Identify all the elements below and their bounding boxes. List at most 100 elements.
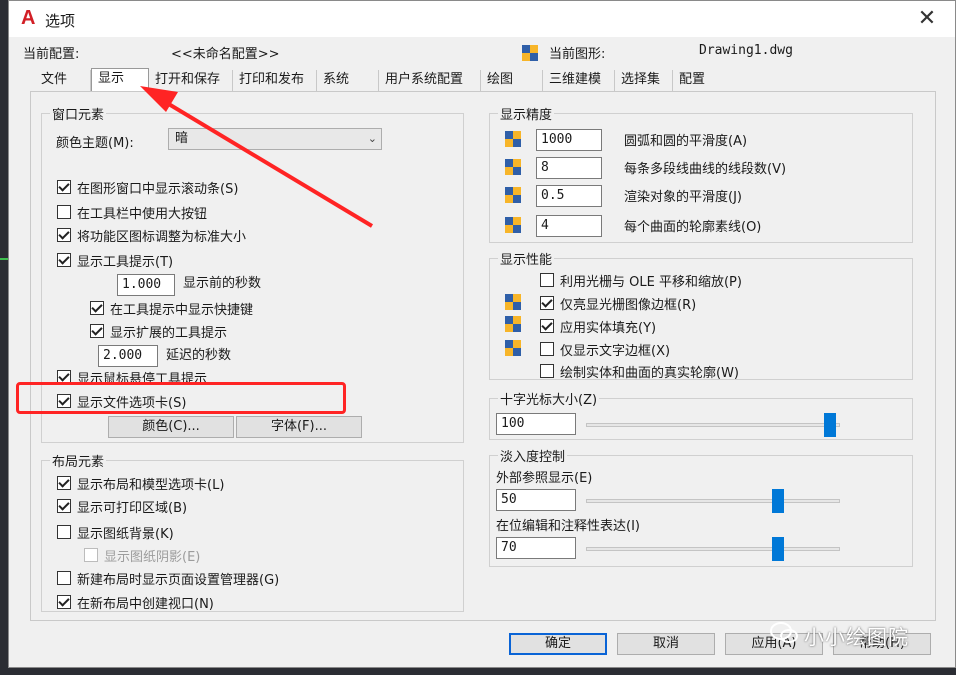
current-drawing-value: Drawing1.dwg: [699, 43, 793, 58]
cancel-button[interactable]: 取消: [617, 633, 715, 655]
extended-tooltips-checkbox[interactable]: [90, 324, 104, 338]
ok-button[interactable]: 确定: [509, 633, 607, 655]
raster-frame-label: 仅亮显光栅图像边框(R): [560, 298, 697, 313]
ribbon-icons-checkbox[interactable]: [57, 228, 71, 242]
render-smoothness-label: 渲染对象的平滑度(J): [624, 190, 742, 205]
current-drawing-label: 当前图形:: [549, 47, 606, 62]
layout-elements-group: 布局元素 显示布局和模型选项卡(L) 显示可打印区域(B) 显示图纸背景(K) …: [41, 451, 464, 612]
tab-user-preferences[interactable]: 用户系统配置: [379, 70, 481, 92]
solid-fill-checkbox[interactable]: [540, 319, 554, 333]
large-buttons-label: 在工具栏中使用大按钮: [77, 207, 208, 222]
create-viewport-label: 在新布局中创建视口(N): [77, 597, 214, 612]
ribbon-icons-label: 将功能区图标调整为标准大小: [77, 230, 247, 245]
fonts-button[interactable]: 字体(F)...: [236, 416, 362, 438]
xref-fade-input[interactable]: 50: [496, 489, 576, 511]
performance-text-icon: [505, 340, 521, 356]
text-frame-label: 仅显示文字边框(X): [560, 344, 671, 359]
tab-profiles[interactable]: 配置: [673, 70, 731, 92]
colors-button[interactable]: 颜色(C)...: [108, 416, 234, 438]
wechat-icon: [770, 622, 798, 643]
large-buttons-checkbox[interactable]: [57, 205, 71, 219]
paper-background-label: 显示图纸背景(K): [77, 527, 174, 542]
tab-selection[interactable]: 选择集: [615, 70, 673, 92]
resolution-contour-icon: [505, 217, 521, 233]
crosshair-slider-track[interactable]: [586, 423, 840, 427]
watermark-text: 小小绘图院: [804, 625, 909, 649]
inplace-fade-slider-track[interactable]: [586, 547, 840, 551]
printable-area-label: 显示可打印区域(B): [77, 501, 188, 516]
text-frame-checkbox[interactable]: [540, 342, 554, 356]
tab-system[interactable]: 系统: [317, 70, 379, 92]
show-tooltips-checkbox[interactable]: [57, 253, 71, 267]
xref-fade-label: 外部参照显示(E): [496, 471, 593, 486]
crosshair-size-input[interactable]: 100: [496, 413, 576, 435]
layout-elements-title: 布局元素: [50, 451, 107, 470]
polyline-segments-input[interactable]: 8: [536, 157, 602, 179]
resolution-render-icon: [505, 187, 521, 203]
render-smoothness-input[interactable]: 0.5: [536, 185, 602, 207]
xref-fade-slider-track[interactable]: [586, 499, 840, 503]
solid-fill-label: 应用实体填充(Y): [560, 321, 657, 336]
raster-pan-zoom-label: 利用光栅与 OLE 平移和缩放(P): [560, 275, 742, 290]
layout-model-tabs-checkbox[interactable]: [57, 476, 71, 490]
page-setup-manager-label: 新建布局时显示页面设置管理器(G): [77, 573, 280, 588]
extended-delay-input[interactable]: 2.000: [98, 345, 158, 367]
tab-plot-publish[interactable]: 打印和发布: [233, 70, 317, 92]
true-silhouettes-checkbox[interactable]: [540, 364, 554, 378]
show-shortcut-checkbox[interactable]: [90, 301, 104, 315]
arc-smoothness-label: 圆弧和圆的平滑度(A): [624, 134, 748, 149]
resolution-arc-icon: [505, 131, 521, 147]
page-setup-manager-checkbox[interactable]: [57, 571, 71, 585]
tab-open-save[interactable]: 打开和保存: [149, 70, 233, 92]
tooltip-delay-label: 显示前的秒数: [183, 276, 262, 291]
printable-area-checkbox[interactable]: [57, 499, 71, 513]
raster-pan-zoom-checkbox[interactable]: [540, 273, 554, 287]
inplace-fade-input[interactable]: 70: [496, 537, 576, 559]
close-button[interactable]: ✕: [913, 5, 941, 33]
scrollbars-checkbox[interactable]: [57, 180, 71, 194]
crosshair-size-title: 十字光标大小(Z): [498, 389, 600, 408]
extended-tooltips-label: 显示扩展的工具提示: [110, 326, 228, 341]
color-theme-select[interactable]: 暗 ⌄: [168, 128, 382, 150]
window-elements-title: 窗口元素: [50, 104, 107, 123]
fade-control-group: 淡入度控制 外部参照显示(E) 50 在位编辑和注释性表达(I) 70: [489, 446, 913, 567]
display-performance-group: 显示性能 利用光栅与 OLE 平移和缩放(P) 仅亮显光栅图像边框(R) 应用实…: [489, 249, 913, 381]
color-theme-label: 颜色主题(M):: [56, 136, 134, 151]
title-bar: A 选项 ✕: [9, 1, 955, 37]
autocad-logo-icon: A: [21, 7, 36, 29]
polyline-segments-label: 每条多段线曲线的线段数(V): [624, 162, 787, 177]
resolution-polyline-icon: [505, 159, 521, 175]
contour-lines-input[interactable]: 4: [536, 215, 602, 237]
tab-3d-modeling[interactable]: 三维建模: [543, 70, 615, 92]
paper-background-checkbox[interactable]: [57, 525, 71, 539]
layout-model-tabs-label: 显示布局和模型选项卡(L): [77, 478, 225, 493]
current-profile-value: <<未命名配置>>: [171, 47, 280, 62]
tab-files[interactable]: 文件: [35, 70, 91, 92]
chevron-down-icon: ⌄: [367, 132, 377, 145]
true-silhouettes-label: 绘制实体和曲面的真实轮廓(W): [560, 366, 739, 381]
show-tooltips-label: 显示工具提示(T): [77, 255, 174, 270]
display-performance-title: 显示性能: [498, 249, 555, 268]
paper-shadow-label: 显示图纸阴影(E): [104, 550, 201, 565]
current-profile-label: 当前配置:: [23, 47, 80, 62]
contour-lines-label: 每个曲面的轮廓素线(O): [624, 220, 762, 235]
display-resolution-title: 显示精度: [498, 104, 555, 123]
tab-drafting[interactable]: 绘图: [481, 70, 543, 92]
display-tab-panel: 窗口元素 颜色主题(M): 暗 ⌄ 在图形窗口中显示滚动条(S) 在工具栏中使用…: [30, 91, 936, 621]
paper-shadow-checkbox[interactable]: [84, 548, 98, 562]
create-viewport-checkbox[interactable]: [57, 595, 71, 609]
color-theme-value: 暗: [175, 131, 189, 146]
xref-fade-slider-thumb[interactable]: [772, 489, 784, 513]
crosshair-slider-thumb[interactable]: [824, 413, 836, 437]
scrollbars-label: 在图形窗口中显示滚动条(S): [77, 182, 239, 197]
fade-control-title: 淡入度控制: [498, 446, 568, 465]
tooltip-delay-input[interactable]: 1.000: [117, 274, 175, 296]
background-accent-line: [0, 258, 8, 260]
inplace-fade-slider-thumb[interactable]: [772, 537, 784, 561]
arc-smoothness-input[interactable]: 1000: [536, 129, 602, 151]
tab-display[interactable]: 显示: [91, 68, 149, 92]
raster-frame-checkbox[interactable]: [540, 296, 554, 310]
performance-raster-icon: [505, 294, 521, 310]
options-dialog: A 选项 ✕ 当前配置: <<未命名配置>> 当前图形: Drawing1.dw…: [8, 0, 956, 668]
display-resolution-group: 显示精度 1000 圆弧和圆的平滑度(A) 8 每条多段线曲线的线段数(V) 0…: [489, 104, 913, 243]
